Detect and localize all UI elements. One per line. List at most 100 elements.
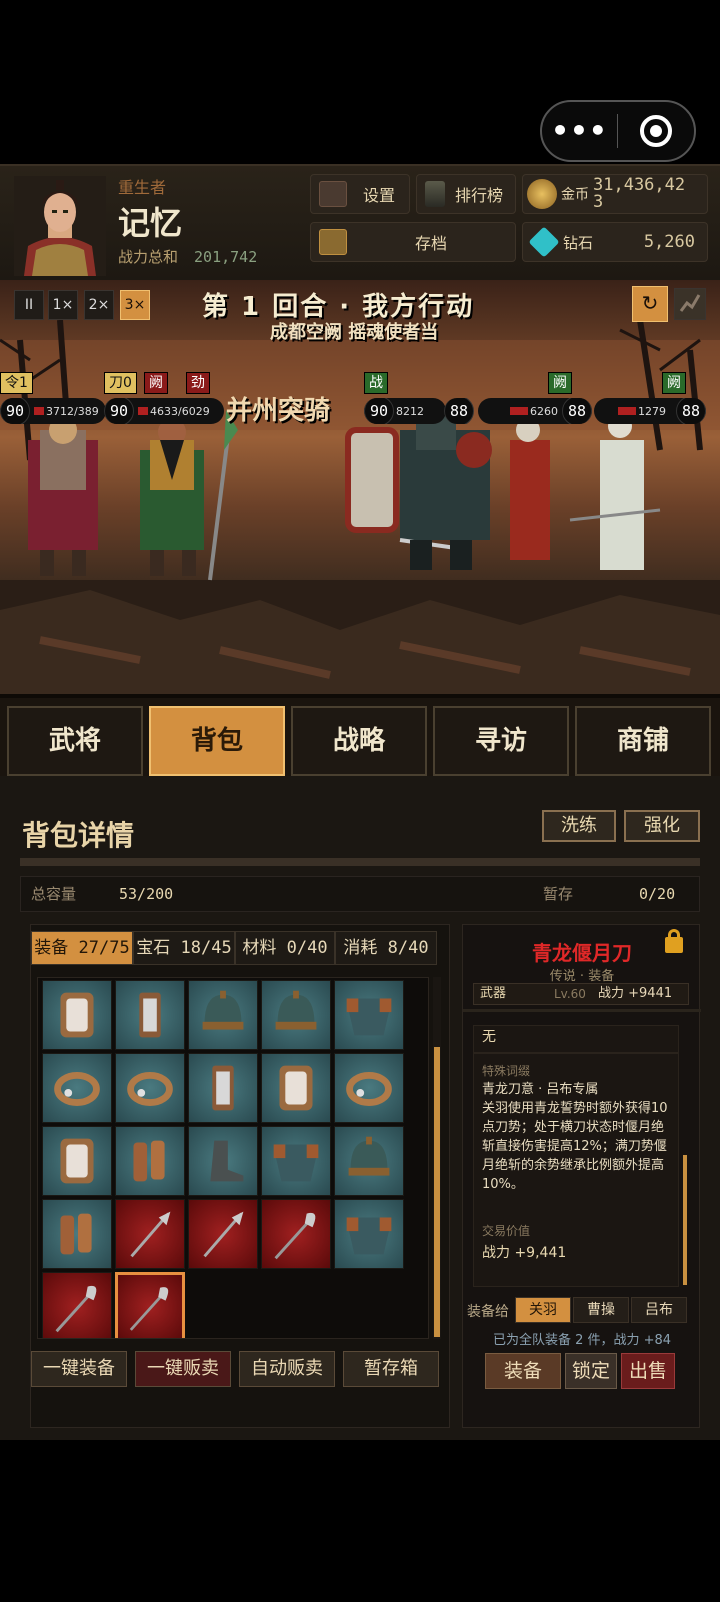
battle-scene: II 1× 2× 3× 第 1 回合 · 我方行动 成都空阙 摇魂使者当 ↻ 令… [0, 280, 720, 694]
save-button[interactable]: 存档 [310, 222, 516, 262]
pause-button[interactable]: II [14, 290, 44, 320]
diamond-icon [528, 226, 560, 258]
refresh-icon[interactable]: ↻ [632, 286, 668, 322]
hero-guanyu-button[interactable]: 关羽 [515, 1297, 571, 1323]
item-rarity: 传说 · 装备 [549, 969, 615, 984]
item-description[interactable]: 无 特殊词缀 青龙刀意 · 吕布专属 关羽使用青龙誓势时额外获得10点刀势；处于… [473, 1025, 679, 1287]
inventory-slot[interactable] [188, 1053, 258, 1123]
pendant-icon [139, 992, 161, 1038]
hero-caocao-button[interactable]: 曹操 [573, 1297, 629, 1323]
temp-value: 0/20 [639, 885, 676, 903]
stats-icon[interactable] [674, 288, 706, 320]
helmet-icon [275, 990, 317, 1030]
inventory-slot[interactable] [334, 1126, 404, 1196]
inventory-slot[interactable] [334, 1199, 404, 1269]
lock-button[interactable]: 锁定 [565, 1353, 617, 1389]
ally-general-1 [28, 406, 98, 576]
enhance-button[interactable]: 强化 [624, 810, 700, 842]
avatar[interactable] [14, 176, 106, 276]
wash-button[interactable]: 洗练 [542, 810, 616, 842]
player-name: 记忆 [118, 204, 183, 242]
diamond-value: 5,260 [643, 232, 695, 252]
settings-label: 设置 [363, 186, 396, 205]
enemy-2-level: 88 [444, 398, 474, 424]
inventory-slot[interactable] [261, 980, 331, 1050]
body-armor-icon [346, 1217, 392, 1255]
inventory-slot[interactable] [261, 1199, 331, 1269]
backpack-panel: 背包详情 洗练 强化 总容量 53/200 暂存 0/20 装备 27/75 宝… [0, 776, 720, 1440]
helmet-icon [348, 1136, 390, 1176]
tab-recruit[interactable]: 寻访 [433, 706, 569, 776]
speed-3x-button[interactable]: 3× [120, 290, 150, 320]
detail-scrollbar[interactable] [683, 1155, 687, 1285]
special-title: 青龙刀意 · 吕布专属 [482, 1082, 599, 1097]
inventory-slot[interactable] [115, 1272, 185, 1338]
tab-generals[interactable]: 武将 [7, 706, 143, 776]
trade-value: 战力 +9,441 [482, 1245, 567, 1261]
storage-box-button[interactable]: 暂存箱 [343, 1351, 439, 1387]
enemy-skeleton-2 [569, 414, 661, 570]
inventory-slot[interactable] [261, 1053, 331, 1123]
ally-2-tag-2: 阙 [144, 372, 168, 394]
category-consumables[interactable]: 消耗 8/40 [335, 931, 437, 965]
lock-icon[interactable] [665, 929, 683, 953]
gold-display: 金币 31,436,42 3 [522, 174, 708, 214]
power-total: 战力总和 201,742 [118, 246, 257, 267]
inventory-slot[interactable] [115, 1126, 185, 1196]
battle-subtitle: 成都空阙 摇魂使者当 [270, 322, 439, 343]
target-icon[interactable] [618, 115, 693, 147]
category-equipment[interactable]: 装备 27/75 [31, 931, 133, 965]
hp-bar [34, 407, 44, 415]
equip-for-label: 装备给 [467, 1304, 509, 1320]
ring-icon [346, 1071, 392, 1106]
inventory-slot[interactable] [188, 980, 258, 1050]
hero-lvbu-button[interactable]: 吕布 [631, 1297, 687, 1323]
speed-2x-button[interactable]: 2× [84, 290, 114, 320]
item-type: 武器 [480, 986, 507, 1001]
sell-button[interactable]: 出售 [621, 1353, 675, 1389]
hp-bar [510, 407, 528, 415]
tab-shop[interactable]: 商铺 [575, 706, 711, 776]
inventory-slot[interactable] [115, 1199, 185, 1269]
equip-button[interactable]: 装备 [485, 1353, 561, 1389]
none-text: 无 [482, 1029, 496, 1045]
inventory-slot[interactable] [115, 1053, 185, 1123]
inventory-slot[interactable] [188, 1126, 258, 1196]
equip-all-button[interactable]: 一键装备 [31, 1351, 127, 1387]
inventory-slot[interactable] [334, 980, 404, 1050]
category-materials[interactable]: 材料 0/40 [235, 931, 335, 965]
body-armor-icon [346, 998, 392, 1036]
category-gems[interactable]: 宝石 18/45 [133, 931, 235, 965]
equip-note: 已为全队装备 2 件，战力 +84 [492, 1333, 672, 1348]
ranking-label: 排行榜 [455, 186, 504, 205]
tab-strategy[interactable]: 战略 [291, 706, 427, 776]
inventory-slot[interactable] [115, 980, 185, 1050]
inventory-scrollbar[interactable] [433, 977, 441, 1339]
inventory-slot[interactable] [42, 1272, 112, 1338]
sell-all-button[interactable]: 一键贩卖 [135, 1351, 231, 1387]
mirror-armor-icon [60, 992, 94, 1038]
ranking-button[interactable]: 排行榜 [416, 174, 516, 214]
bracer-icon [60, 1213, 92, 1255]
more-dots-icon[interactable]: ••• [542, 100, 617, 162]
capacity-bar: 总容量 53/200 暂存 0/20 [20, 876, 700, 912]
inventory-slot[interactable] [42, 1053, 112, 1123]
speed-1x-button[interactable]: 1× [48, 290, 78, 320]
boots-icon [210, 1140, 244, 1182]
enemy-1-level: 90 [364, 398, 394, 424]
auto-sell-button[interactable]: 自动贩卖 [239, 1351, 335, 1387]
inventory-slot[interactable] [188, 1199, 258, 1269]
ring-icon [54, 1071, 100, 1106]
ally-1-level: 90 [0, 398, 30, 424]
inventory-slot[interactable] [334, 1053, 404, 1123]
item-power: 战力 +9441 [598, 986, 673, 1001]
tab-backpack[interactable]: 背包 [149, 706, 285, 776]
inventory-slot[interactable] [42, 1126, 112, 1196]
ally-1-hp-text: 3712/389 [46, 404, 99, 418]
ally-general-2 [140, 410, 238, 581]
inventory-slot[interactable] [261, 1126, 331, 1196]
item-detail: 青龙偃月刀 传说 · 装备 武器 Lv.60 战力 +9441 无 特殊词缀 青… [462, 924, 701, 1428]
settings-button[interactable]: 设置 [310, 174, 410, 214]
inventory-slot[interactable] [42, 980, 112, 1050]
inventory-slot[interactable] [42, 1199, 112, 1269]
